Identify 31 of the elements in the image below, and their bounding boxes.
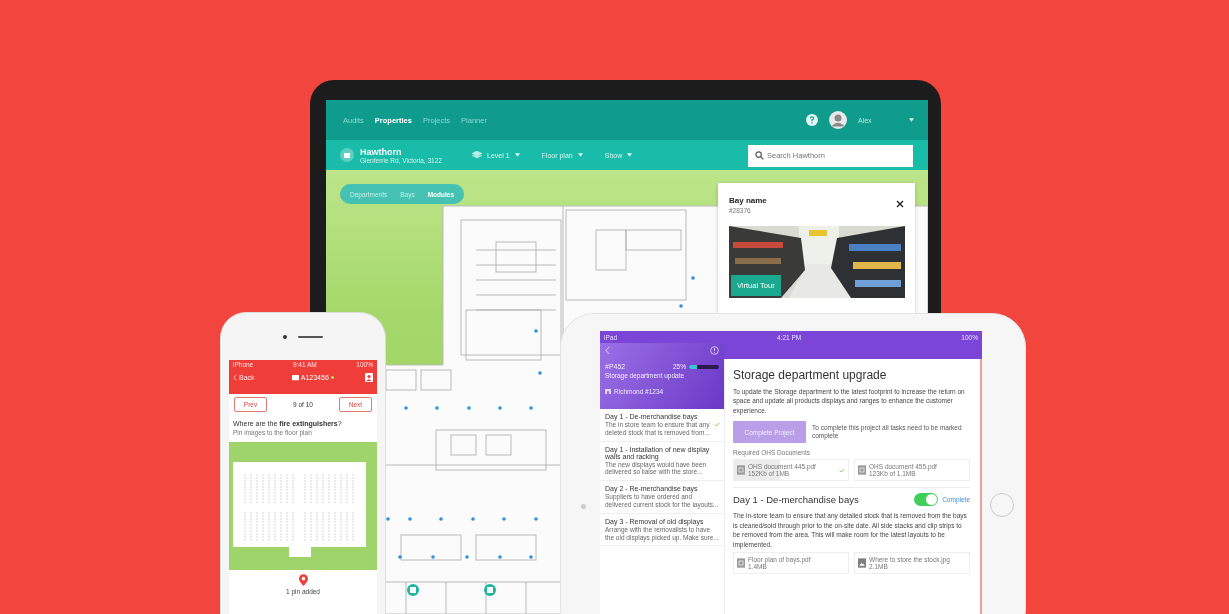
progress-bar xyxy=(689,364,719,369)
layers-icon xyxy=(472,151,482,159)
store-name: Hawthorn xyxy=(360,146,403,157)
pdf-file-icon xyxy=(737,557,745,568)
camera-dot xyxy=(283,334,287,339)
chevron-icon xyxy=(233,374,237,381)
tag-icon xyxy=(291,374,299,381)
caret-icon[interactable] xyxy=(909,118,914,122)
caret-icon xyxy=(577,153,583,157)
contact-icon[interactable] xyxy=(365,373,373,382)
speaker-slot xyxy=(298,335,323,338)
pdf-file-icon xyxy=(737,465,745,476)
map-pin-icon[interactable] xyxy=(298,574,308,586)
camera-dot xyxy=(581,504,586,509)
status-dot xyxy=(330,376,334,379)
search-icon xyxy=(755,150,764,160)
task-title: Day 1 - De-merchandise bays xyxy=(733,494,860,506)
back-icon[interactable] xyxy=(605,346,610,355)
close-icon[interactable] xyxy=(896,200,904,208)
bay-title: Bay name xyxy=(729,196,767,205)
store-icon xyxy=(340,148,354,162)
pdf-file-icon xyxy=(858,465,866,476)
caret-icon xyxy=(627,153,633,157)
complete-toggle[interactable] xyxy=(914,493,939,507)
store-icon xyxy=(605,389,611,394)
caret-icon xyxy=(514,153,520,157)
avatar[interactable] xyxy=(829,111,847,129)
info-icon[interactable] xyxy=(710,346,719,355)
project-title: Storage department upgrade xyxy=(733,368,888,382)
help-icon[interactable] xyxy=(806,114,818,126)
image-file-icon xyxy=(858,557,866,568)
